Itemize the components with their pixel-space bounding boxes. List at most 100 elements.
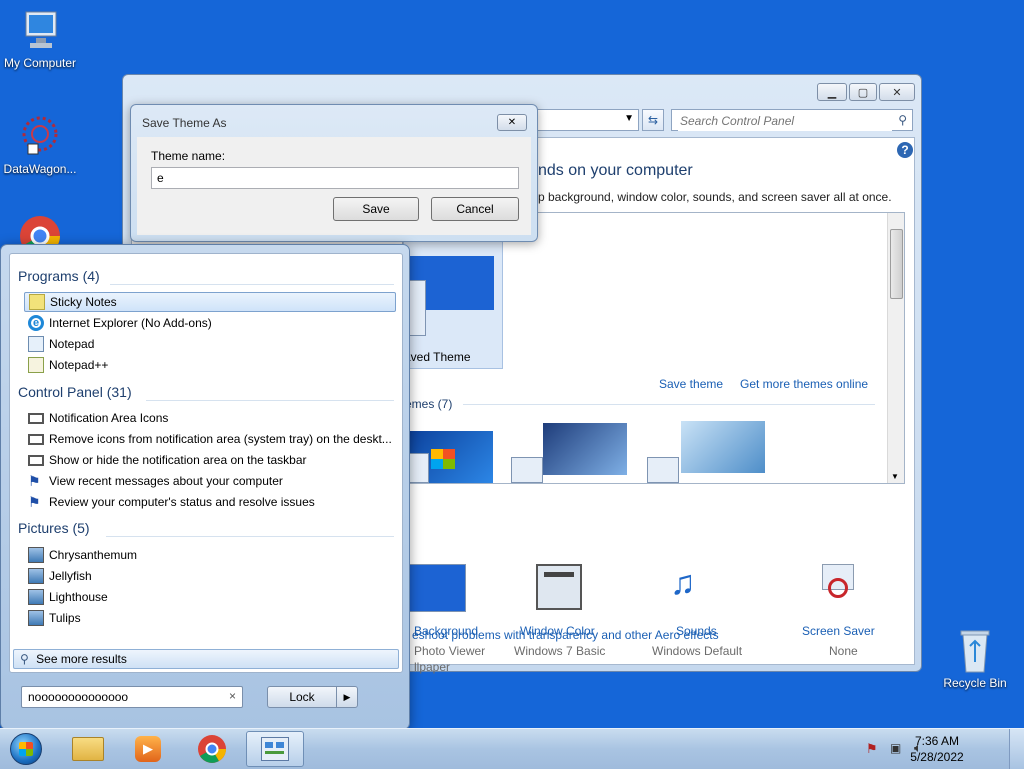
theme-thumb-characters[interactable]	[647, 421, 765, 483]
windows-orb-icon	[10, 733, 42, 765]
unsaved-theme-tile[interactable]: aved Theme	[403, 237, 503, 369]
desktop-icon-my-computer[interactable]: My Computer	[0, 8, 82, 70]
clear-search-icon[interactable]: ×	[229, 689, 236, 703]
show-desktop-button[interactable]	[1009, 729, 1024, 769]
chrome-icon	[198, 735, 226, 763]
result-lighthouse[interactable]: Lighthouse	[24, 587, 396, 607]
desktop-icon-label: Recycle Bin	[943, 676, 1007, 690]
lock-button[interactable]: Lock	[267, 686, 337, 708]
save-theme-link[interactable]: Save theme	[659, 377, 723, 391]
theme-thumb-architecture[interactable]	[511, 423, 627, 483]
sounds-icon: ♫	[670, 564, 696, 602]
start-search-value: noooooooooooooo	[28, 690, 129, 704]
theme-thumb-windows7[interactable]	[403, 431, 493, 483]
maximize-icon: ▢	[857, 86, 869, 99]
chevron-down-icon: ▼	[624, 113, 634, 124]
help-icon[interactable]: ?	[897, 142, 913, 158]
dialog-title: Save Theme As	[142, 116, 227, 130]
save-theme-dialog[interactable]: Save Theme As ✕ Theme name: e Save Cance…	[130, 104, 538, 242]
screen-saver-icon	[814, 564, 860, 606]
search-icon: ⚲	[20, 652, 29, 666]
power-options-arrow[interactable]: ▶	[336, 686, 358, 708]
monitor-icon	[28, 433, 44, 445]
search-input[interactable]	[678, 111, 892, 131]
result-sticky-notes[interactable]: Sticky Notes	[24, 292, 396, 312]
start-button[interactable]	[2, 731, 50, 767]
monitor-icon	[28, 412, 44, 424]
background-item[interactable]: Background Photo Viewer llpaper	[402, 564, 502, 674]
theme-name-field[interactable]: e	[151, 167, 519, 189]
desktop-icon-datawagon[interactable]: DataWagon...	[0, 114, 82, 176]
result-review-status[interactable]: ⚑ Review your computer's status and reso…	[24, 492, 396, 512]
search-icon: ⚲	[898, 113, 907, 127]
minimize-button[interactable]: ▁	[817, 83, 847, 101]
save-button[interactable]: Save	[333, 197, 419, 221]
result-remove-icons[interactable]: Remove icons from notification area (sys…	[24, 429, 396, 449]
refresh-icon: ⇆	[647, 113, 659, 127]
media-player-icon: ▶	[135, 736, 161, 762]
action-center-icon[interactable]: ⚑	[866, 741, 878, 757]
scroll-down-icon[interactable]: ▼	[891, 472, 899, 481]
result-chrysanthemum[interactable]: Chrysanthemum	[24, 545, 396, 565]
clock-date: 5/28/2022	[910, 750, 964, 764]
windows-logo-icon	[431, 449, 455, 469]
result-view-recent-messages[interactable]: ⚑ View recent messages about your comput…	[24, 471, 396, 491]
chevron-right-icon: ▶	[343, 692, 351, 702]
theme-name-value: e	[157, 171, 164, 185]
result-jellyfish[interactable]: Jellyfish	[24, 566, 396, 586]
taskbar-explorer[interactable]	[62, 731, 114, 767]
result-notepad-plus-plus[interactable]: Notepad++	[24, 355, 396, 375]
result-show-hide-notification[interactable]: Show or hide the notification area on th…	[24, 450, 396, 470]
see-more-results[interactable]: ⚲ See more results	[13, 649, 399, 669]
troubleshoot-link[interactable]: eshoot problems with transparency and ot…	[412, 628, 719, 642]
search-control-panel[interactable]: ⚲	[671, 109, 913, 131]
desktop-icon-label: DataWagon...	[3, 162, 77, 176]
clock-time: 7:36 AM	[914, 734, 960, 748]
taskbar-control-panel[interactable]	[246, 731, 304, 767]
sticky-notes-icon	[29, 294, 45, 310]
folder-icon	[72, 737, 104, 761]
scrollbar-thumb[interactable]	[890, 229, 903, 299]
close-icon: ✕	[507, 117, 517, 128]
result-tulips[interactable]: Tulips	[24, 608, 396, 628]
picture-icon	[28, 568, 44, 584]
taskbar-clock[interactable]: 7:36 AM 5/28/2022	[902, 733, 972, 765]
picture-icon	[28, 589, 44, 605]
get-more-themes-link[interactable]: Get more themes online	[740, 377, 868, 391]
taskbar-chrome[interactable]	[186, 731, 238, 767]
picture-icon	[28, 610, 44, 626]
notepad-icon	[28, 336, 44, 352]
result-internet-explorer[interactable]: e Internet Explorer (No Add-ons)	[24, 313, 396, 333]
address-dropdown[interactable]: ▼	[533, 109, 639, 131]
cancel-button[interactable]: Cancel	[431, 197, 519, 221]
dialog-body: Theme name: e Save Cancel	[137, 137, 531, 235]
section-divider	[463, 404, 875, 405]
close-button[interactable]: ✕	[879, 83, 915, 101]
themes-list[interactable]: aved Theme Save theme Get more themes on…	[402, 212, 905, 484]
flag-icon: ⚑	[28, 473, 41, 489]
maximize-button[interactable]: ▢	[849, 83, 877, 101]
page-heading: nds on your computer	[538, 162, 693, 179]
notepad-plus-plus-icon	[28, 357, 44, 373]
result-notepad[interactable]: Notepad	[24, 334, 396, 354]
taskbar-media-player[interactable]: ▶	[122, 731, 174, 767]
unsaved-theme-label: aved Theme	[404, 350, 471, 364]
control-panel-header: Control Panel (31)	[18, 384, 132, 400]
start-menu[interactable]: Programs (4) Sticky Notes e Internet Exp…	[0, 244, 410, 730]
result-notification-area-icons[interactable]: Notification Area Icons	[24, 408, 396, 428]
vertical-scrollbar[interactable]: ▼	[887, 213, 904, 483]
theme-name-label: Theme name:	[151, 149, 226, 163]
datawagon-icon	[16, 114, 64, 160]
screen-saver-item[interactable]: Screen Saver None	[792, 564, 902, 658]
refresh-button[interactable]: ⇆	[642, 109, 664, 131]
background-icon	[402, 564, 466, 612]
network-icon[interactable]: ▣	[890, 741, 901, 755]
recycle-bin-icon	[951, 628, 999, 674]
programs-header: Programs (4)	[18, 268, 100, 284]
dialog-close-button[interactable]: ✕	[497, 114, 527, 131]
start-search-box[interactable]: noooooooooooooo ×	[21, 686, 243, 708]
desktop-icon-recycle-bin[interactable]: Recycle Bin	[933, 628, 1017, 690]
window-color-icon	[536, 564, 582, 610]
pictures-header: Pictures (5)	[18, 520, 90, 536]
taskbar: ▶ ⚑ ▣ 🔈︎ 7:36 AM 5/28/2022	[0, 728, 1024, 769]
